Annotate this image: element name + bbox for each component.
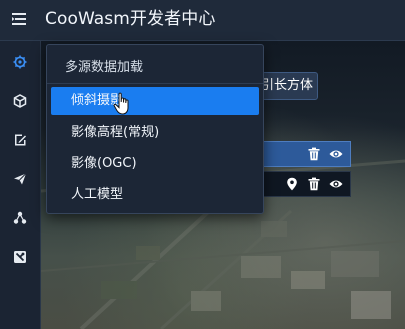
menu-item-imagery-elevation[interactable]: 影像高程(常规) xyxy=(51,119,259,147)
tools-icon xyxy=(14,251,26,263)
cuboid-button[interactable]: 引长方体 xyxy=(256,72,318,100)
sidebar-item-tools[interactable] xyxy=(0,240,40,274)
menu-item-imagery-ogc[interactable]: 影像(OGC) xyxy=(51,150,259,178)
app-header: CooWasm开发者中心 xyxy=(0,0,405,41)
sidebar-item-model[interactable] xyxy=(0,84,40,118)
edit-note-icon xyxy=(15,134,26,146)
sidebar-item-send[interactable] xyxy=(0,162,40,196)
dropdown-title: 多源数据加载 xyxy=(65,60,144,75)
left-sidebar xyxy=(0,41,41,329)
sidebar-item-settings[interactable] xyxy=(0,45,40,79)
data-source-dropdown: 多源数据加载 倾斜摄影 影像高程(常规) 影像(OGC) 人工模型 xyxy=(46,44,264,214)
eye-icon[interactable] xyxy=(329,177,343,191)
trash-icon[interactable] xyxy=(307,147,321,161)
hamburger-menu-icon[interactable] xyxy=(12,13,26,25)
layer-row-selected[interactable] xyxy=(254,141,351,167)
molecule-icon xyxy=(13,211,27,224)
gear-icon xyxy=(13,55,27,69)
trash-icon[interactable] xyxy=(307,177,321,191)
menu-item-oblique-photography[interactable]: 倾斜摄影 xyxy=(51,87,259,115)
sidebar-item-edit[interactable] xyxy=(0,123,40,157)
menu-item-manual-model[interactable]: 人工模型 xyxy=(51,181,259,209)
eye-icon[interactable] xyxy=(329,147,343,161)
cube-icon xyxy=(13,94,27,108)
app-title: CooWasm开发者中心 xyxy=(45,9,216,29)
sidebar-item-analysis[interactable] xyxy=(0,201,40,235)
location-pin-icon[interactable] xyxy=(285,177,299,191)
paper-plane-icon xyxy=(14,173,27,185)
layer-row[interactable] xyxy=(254,171,351,197)
dropdown-divider xyxy=(47,83,263,84)
